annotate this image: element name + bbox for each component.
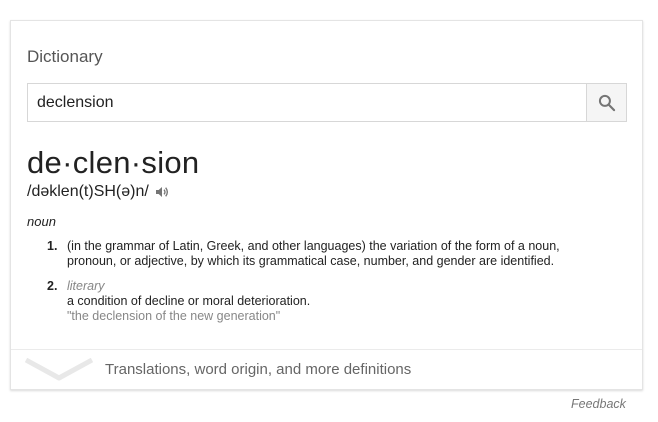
- card-title: Dictionary: [27, 47, 103, 66]
- usage-example: "the declension of the new generation": [67, 309, 281, 323]
- speaker-icon: [155, 187, 168, 197]
- search-button[interactable]: [586, 83, 627, 122]
- definition-number: 2.: [47, 279, 58, 293]
- part-of-speech: noun: [27, 214, 56, 229]
- feedback-link[interactable]: Feedback: [571, 397, 626, 411]
- headword: de·clen·sion: [27, 145, 200, 180]
- chevron-down-icon: [25, 358, 93, 381]
- phonetic-spelling: /dəklen(t)SH(ə)n/: [27, 183, 149, 200]
- dictionary-card: Dictionary de·clen·sion /dəklen(t)SH(ə)n…: [10, 20, 643, 390]
- search-icon: [598, 94, 615, 111]
- definition-content: literary a condition of decline or moral…: [67, 279, 587, 324]
- pronunciation-row: /dəklen(t)SH(ə)n/: [27, 183, 170, 201]
- more-definitions-label: Translations, word origin, and more defi…: [105, 361, 412, 378]
- register-label: literary: [67, 279, 105, 293]
- pronounce-button[interactable]: [154, 184, 170, 200]
- definition-text: (in the grammar of Latin, Greek, and oth…: [67, 239, 560, 268]
- more-definitions-button[interactable]: Translations, word origin, and more defi…: [11, 350, 642, 390]
- definition-number: 1.: [47, 239, 58, 253]
- definition-text: a condition of decline or moral deterior…: [67, 294, 311, 308]
- search-input[interactable]: [28, 84, 586, 121]
- search-box[interactable]: [27, 83, 587, 122]
